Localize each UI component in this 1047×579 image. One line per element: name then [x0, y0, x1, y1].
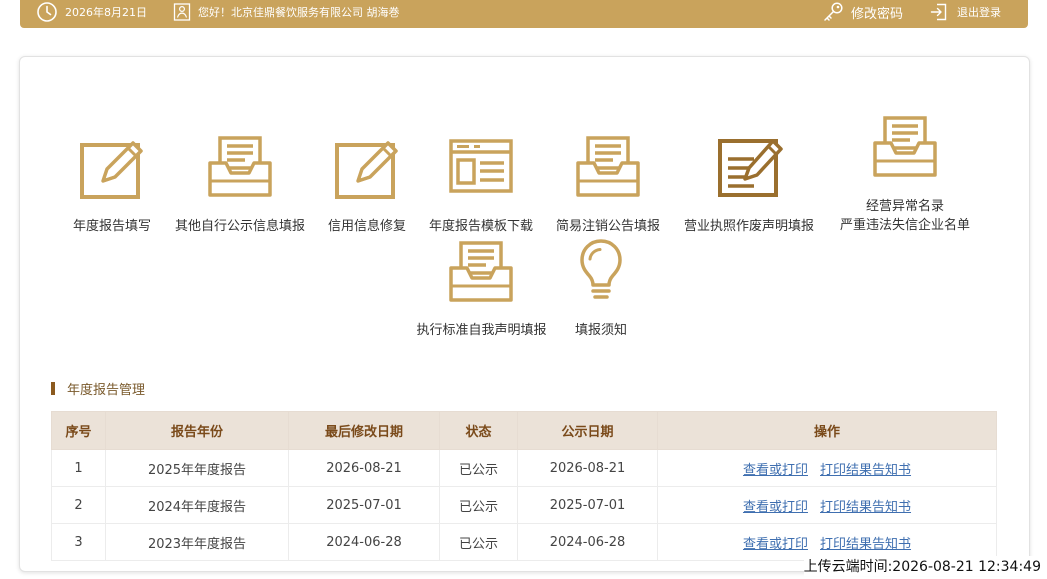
table-row: 2 2024年年度报告 2025-07-01 已公示 2025-07-01 查看…	[51, 486, 997, 524]
date-text: 2026年8月21日	[65, 6, 147, 19]
edit-icon	[334, 135, 402, 203]
tile-other-disclosure[interactable]: 其他自行公示信息填报	[167, 130, 313, 238]
tile-label: 信用信息修复	[327, 219, 406, 234]
cell-status: 已公示	[439, 486, 518, 524]
cell-publish: 2024-06-28	[517, 523, 658, 561]
header-year: 报告年份	[105, 411, 289, 450]
tile-label: 其他自行公示信息填报	[174, 219, 305, 234]
cell-no: 1	[51, 449, 106, 487]
tile-label: 营业执照作废声明填报	[683, 219, 814, 234]
inbox-tray-icon	[575, 135, 641, 203]
cell-modified: 2025-07-01	[288, 486, 440, 524]
section-title: 年度报告管理	[51, 379, 146, 398]
header-modified: 最后修改日期	[288, 411, 440, 450]
cell-year: 2025年年度报告	[105, 449, 289, 487]
cell-status: 已公示	[439, 523, 518, 561]
cell-actions: 查看或打印 打印结果告知书	[657, 486, 997, 524]
header-actions: 操作	[657, 411, 997, 450]
table-header-row: 序号 报告年份 最后修改日期 状态 公示日期 操作	[51, 411, 997, 450]
cell-publish: 2026-08-21	[517, 449, 658, 487]
header-publish: 公示日期	[517, 411, 658, 450]
cell-status: 已公示	[439, 449, 518, 487]
print-notice-link[interactable]: 打印结果告知书	[820, 463, 911, 478]
header-no: 序号	[51, 411, 106, 450]
table-row: 1 2025年年度报告 2026-08-21 已公示 2026-08-21 查看…	[51, 449, 997, 487]
tile-credit-repair[interactable]: 信用信息修复	[317, 130, 417, 238]
cell-actions: 查看或打印 打印结果告知书	[657, 523, 997, 561]
tile-label-line1: 经营异常名录	[865, 199, 944, 214]
cell-publish: 2025-07-01	[517, 486, 658, 524]
tile-label-line2: 严重违法失信企业名单	[839, 218, 970, 233]
section-marker	[51, 381, 55, 395]
user-icon	[172, 2, 192, 22]
logout-icon	[929, 2, 949, 22]
table-row: 3 2023年年度报告 2024-06-28 已公示 2024-06-28 查看…	[51, 523, 997, 561]
user-greeting: 您好！北京佳鼎餐饮服务有限公司 胡海巻	[172, 0, 400, 24]
tile-license-void[interactable]: 营业执照作废声明填报	[674, 130, 824, 238]
view-print-link[interactable]: 查看或打印	[743, 463, 808, 478]
tile-filing-notice[interactable]: 填报须知	[566, 234, 636, 342]
change-password-link[interactable]: 修改密码	[821, 0, 903, 24]
tile-annual-report-fill[interactable]: 年度报告填写	[62, 130, 162, 238]
edit-icon	[79, 135, 147, 203]
cell-year: 2023年年度报告	[105, 523, 289, 561]
annual-report-table: 序号 报告年份 最后修改日期 状态 公示日期 操作 1 2025年年度报告 20…	[51, 411, 997, 561]
change-password-label: 修改密码	[851, 6, 904, 22]
logout-link[interactable]: 退出登录	[929, 0, 1001, 24]
tile-label: 执行标准自我声明填报	[416, 323, 547, 338]
cell-no: 2	[51, 486, 106, 524]
lightbulb-icon	[578, 238, 624, 308]
document-edit-icon	[717, 135, 785, 201]
logout-label: 退出登录	[957, 6, 1001, 19]
clock-icon	[36, 1, 58, 23]
view-print-link[interactable]: 查看或打印	[743, 537, 808, 552]
cell-modified: 2026-08-21	[288, 449, 440, 487]
upload-timestamp: 上传云端时间:2026-08-21 12:34:49	[803, 556, 1041, 576]
tile-template-download[interactable]: 年度报告模板下载	[420, 130, 542, 238]
view-print-link[interactable]: 查看或打印	[743, 500, 808, 515]
header-status: 状态	[439, 411, 518, 450]
cell-actions: 查看或打印 打印结果告知书	[657, 449, 997, 487]
cell-no: 3	[51, 523, 106, 561]
tile-simple-deregistration[interactable]: 简易注销公告填报	[547, 130, 669, 238]
inbox-tray-icon	[872, 115, 938, 183]
print-notice-link[interactable]: 打印结果告知书	[820, 537, 911, 552]
cell-year: 2024年年度报告	[105, 486, 289, 524]
tile-label: 填报须知	[574, 323, 627, 338]
key-icon	[821, 1, 845, 23]
greeting-text: 您好！北京佳鼎餐饮服务有限公司 胡海巻	[198, 6, 400, 19]
template-icon	[448, 138, 514, 198]
tile-standard-declaration[interactable]: 执行标准自我声明填报	[404, 234, 559, 342]
print-notice-link[interactable]: 打印结果告知书	[820, 500, 911, 515]
top-bar: 2026年8月21日 您好！北京佳鼎餐饮服务有限公司 胡海巻 修改密码 退出登录	[20, 0, 1028, 28]
inbox-tray-icon	[207, 135, 273, 203]
inbox-tray-icon	[448, 240, 514, 308]
tile-label: 年度报告填写	[72, 219, 151, 234]
date-display: 2026年8月21日	[36, 0, 147, 24]
tile-abnormal-list[interactable]: 经营异常名录 严重违法失信企业名单	[830, 112, 980, 238]
section-title-text: 年度报告管理	[67, 382, 146, 398]
cell-modified: 2024-06-28	[288, 523, 440, 561]
